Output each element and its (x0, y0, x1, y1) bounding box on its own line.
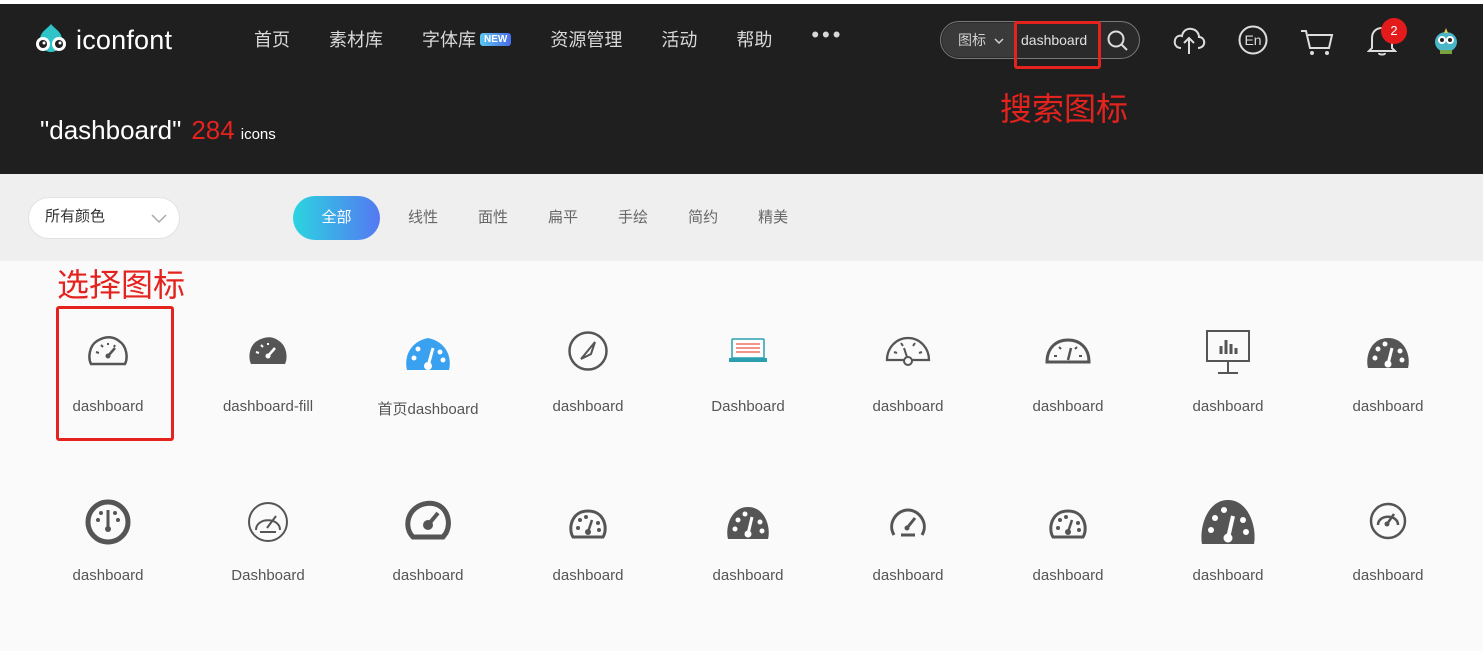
icon-card[interactable]: dashboard (828, 483, 988, 613)
nav-fonts[interactable]: 字体库 NEW (422, 26, 512, 52)
icon-name: 首页dashboard (377, 401, 479, 418)
result-count: 284 (191, 115, 235, 145)
laptop-icon (729, 338, 767, 362)
chevron-down-icon (151, 214, 167, 224)
nav-resources[interactable]: 资源管理 (550, 26, 622, 52)
language-label: En (1244, 32, 1261, 48)
new-badge: NEW (480, 32, 512, 46)
cart-icon[interactable] (1300, 28, 1334, 56)
tab-line[interactable]: 线性 (408, 196, 438, 240)
style-tabs: 全部 线性 面性 扁平 手绘 简约 精美 (293, 196, 828, 240)
tab-fill[interactable]: 面性 (478, 196, 508, 240)
icon-name: dashboard (392, 567, 464, 584)
icon-card[interactable]: dashboard (508, 483, 668, 613)
tab-exquisite[interactable]: 精美 (758, 196, 788, 240)
gauge-arc-icon (890, 508, 926, 537)
icon-name: dashboard (72, 398, 144, 415)
icon-name: dashboard (1192, 398, 1264, 415)
gauge-large-fill-icon (1201, 500, 1255, 544)
more-icon[interactable]: ••• (811, 22, 843, 48)
icon-name: dashboard (1352, 398, 1424, 415)
language-en-icon[interactable]: En (1237, 24, 1269, 56)
gauge-dots-fill-icon (727, 507, 769, 539)
speedometer-outline-icon (88, 336, 128, 366)
icon-name: dashboard (872, 398, 944, 415)
speedometer-blue-icon (406, 338, 450, 370)
gauge-ring-small-icon (1369, 502, 1407, 540)
upload-cloud-icon[interactable] (1172, 24, 1206, 56)
half-gauge-icon (1045, 338, 1091, 364)
icon-name: dashboard (1032, 567, 1104, 584)
search-type-select[interactable]: 图标 (942, 23, 1014, 57)
speedometer-fill-icon (249, 337, 287, 364)
icon-name: Dashboard (231, 567, 305, 584)
icon-card[interactable]: dashboard-fill (188, 312, 348, 442)
presentation-chart-icon (1206, 330, 1250, 374)
icon-card[interactable]: dashboard (1308, 312, 1468, 442)
icon-card[interactable]: dashboard (508, 312, 668, 442)
icon-card[interactable]: dashboard (1308, 483, 1468, 613)
icon-name: Dashboard (711, 398, 785, 415)
icon-card[interactable]: dashboard (1148, 312, 1308, 442)
logo-text: iconfont (76, 24, 173, 55)
icon-name: dashboard (1032, 398, 1104, 415)
notification-badge: 2 (1381, 18, 1407, 44)
icon-name: dashboard (1352, 567, 1424, 584)
icon-card[interactable]: Dashboard (668, 312, 828, 442)
icon-name: dashboard (872, 567, 944, 584)
result-query: "dashboard" (40, 115, 182, 145)
search-highlight-box (1014, 21, 1101, 69)
icon-card[interactable]: Dashboard (188, 483, 348, 613)
icon-card[interactable]: dashboard (668, 483, 828, 613)
search-icon[interactable] (1106, 29, 1130, 53)
logo[interactable]: iconfont (32, 22, 172, 58)
icon-card[interactable]: dashboard (348, 483, 508, 613)
nav-activities[interactable]: 活动 (661, 26, 697, 52)
color-filter-label: 所有颜色 (45, 208, 106, 225)
gauge-dots-small-icon (1049, 509, 1087, 539)
tab-all[interactable]: 全部 (293, 196, 380, 240)
main-nav: 首页 素材库 字体库 NEW 资源管理 活动 帮助 ••• (254, 22, 843, 52)
speedometer-dots-icon (1367, 338, 1409, 368)
icon-card[interactable]: dashboard (988, 483, 1148, 613)
tab-flat[interactable]: 扁平 (548, 196, 578, 240)
nav-home[interactable]: 首页 (254, 26, 290, 52)
result-title: "dashboard" 284 icons (40, 115, 276, 146)
search-annotation: 搜索图标 (1000, 90, 1129, 128)
result-unit: icons (240, 126, 276, 143)
tab-simple[interactable]: 简约 (688, 196, 718, 240)
select-annotation: 选择图标 (57, 266, 186, 304)
half-gauge-outline-icon (885, 336, 931, 366)
icon-name: dashboard (1192, 567, 1264, 584)
icon-card[interactable]: dashboard (988, 312, 1148, 442)
chevron-down-icon (994, 38, 1004, 45)
gauge-circle-icon (568, 331, 608, 371)
icon-card[interactable]: 首页dashboard (348, 312, 508, 442)
iconfont-logo-icon (36, 24, 66, 52)
gauge-ring-icon (85, 499, 131, 545)
icon-name: dashboard (712, 567, 784, 584)
icon-card[interactable]: dashboard (828, 312, 988, 442)
icon-name: dashboard (552, 398, 624, 415)
icon-name: dashboard-fill (222, 398, 314, 415)
nav-fonts-label: 字体库 (422, 30, 476, 50)
nav-materials[interactable]: 素材库 (329, 26, 383, 52)
gauge-thin-icon (248, 502, 288, 542)
icon-card[interactable]: dashboard (28, 483, 188, 613)
icon-name: dashboard (72, 567, 144, 584)
icon-card[interactable]: dashboard (28, 312, 188, 442)
gauge-bold-icon (405, 500, 451, 540)
icon-card[interactable]: dashboard (1148, 483, 1308, 613)
nav-help[interactable]: 帮助 (736, 26, 772, 52)
avatar[interactable] (1432, 26, 1460, 56)
icon-name: dashboard (552, 567, 624, 584)
tab-handdrawn[interactable]: 手绘 (618, 196, 648, 240)
gauge-dots-outline-icon (569, 509, 607, 539)
search-type-label: 图标 (958, 32, 986, 48)
